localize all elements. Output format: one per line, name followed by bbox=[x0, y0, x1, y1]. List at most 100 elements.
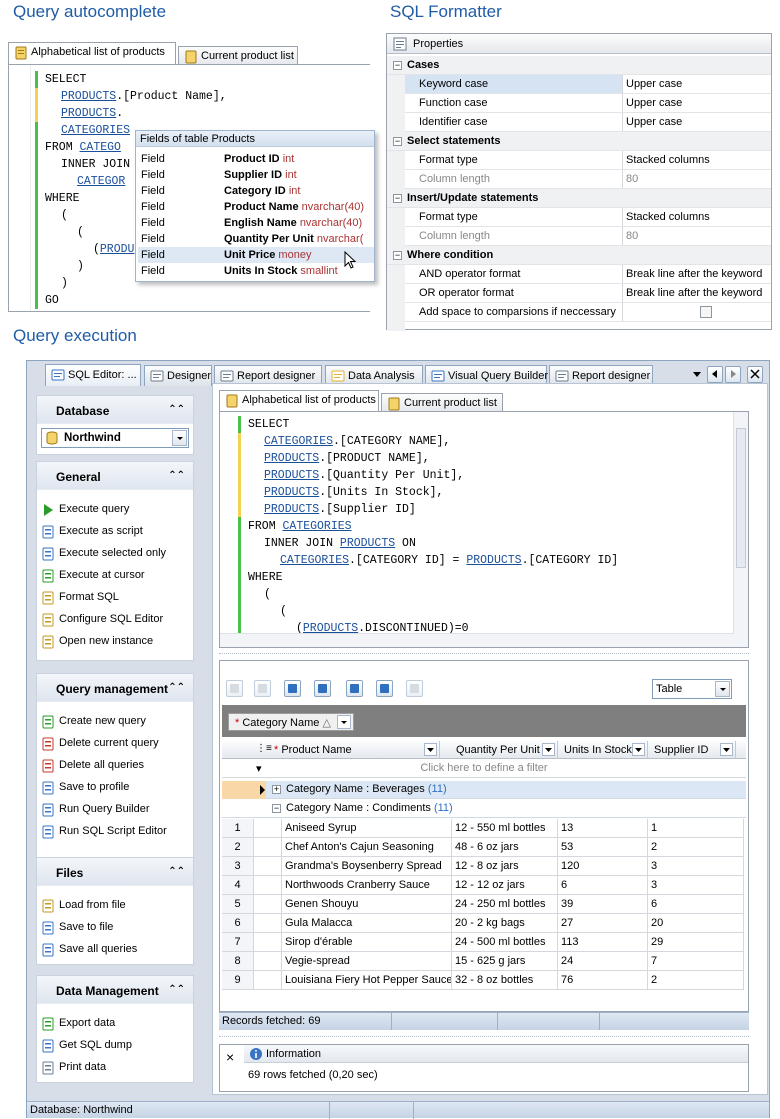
view-select[interactable]: Table bbox=[652, 679, 732, 699]
property-row[interactable]: Format type Stacked columns bbox=[405, 151, 771, 170]
popup-field-row[interactable]: Field Units In Stock smallint bbox=[138, 263, 374, 279]
sidebar-item-delete-current-query[interactable]: Delete current query bbox=[41, 734, 159, 754]
scroll-left-icon[interactable] bbox=[707, 366, 723, 383]
property-row[interactable]: AND operator format Break line after the … bbox=[405, 265, 771, 284]
refresh-icon[interactable] bbox=[346, 680, 363, 697]
chevron-down-icon[interactable] bbox=[172, 430, 187, 446]
collapse-icon[interactable]: ⌃⌃ bbox=[168, 682, 185, 693]
table-cell[interactable]: 1 bbox=[648, 819, 744, 838]
close-icon[interactable] bbox=[747, 366, 763, 383]
table-row[interactable]: 9 Louisiana Fiery Hot Pepper Sauce 32 - 8 … bbox=[220, 971, 746, 990]
sidebar-item-get-sql-dump[interactable]: Get SQL dump bbox=[41, 1036, 132, 1056]
property-value[interactable]: 80 bbox=[624, 227, 771, 245]
sidebar-item-configure-sql-editor[interactable]: Configure SQL Editor bbox=[41, 610, 163, 630]
editor-hscrollbar[interactable] bbox=[220, 633, 734, 647]
sidebar-item-export-data[interactable]: Export data bbox=[41, 1014, 115, 1034]
table-cell[interactable]: 12 - 12 oz jars bbox=[452, 876, 558, 895]
table-cell[interactable]: 29 bbox=[648, 933, 744, 952]
popup-field-row[interactable]: Field Quantity Per Unit nvarchar( bbox=[138, 231, 374, 247]
sidebar-item-save-all-queries[interactable]: Save all queries bbox=[41, 940, 137, 960]
table-row[interactable]: 5 Genen Shouyu 24 - 250 ml bottles 39 6 bbox=[220, 895, 746, 914]
table-row[interactable]: 6 Gula Malacca 20 - 2 kg bags 27 20 bbox=[220, 914, 746, 933]
tab-sql-editor[interactable]: SQL Editor: ... bbox=[45, 364, 141, 386]
editor-vscrollbar[interactable] bbox=[733, 412, 748, 647]
expand-icon[interactable]: + bbox=[272, 785, 281, 794]
table-cell[interactable]: 20 - 2 kg bags bbox=[452, 914, 558, 933]
chevron-down-icon[interactable] bbox=[632, 743, 645, 756]
table-row[interactable]: 8 Vegie-spread 15 - 625 g jars 24 7 bbox=[220, 952, 746, 971]
table-cell[interactable]: 7 bbox=[648, 952, 744, 971]
collapse-icon[interactable]: − bbox=[393, 61, 402, 70]
table-row[interactable]: 3 Grandma's Boysenberry Spread 12 - 8 oz j… bbox=[220, 857, 746, 876]
sidebar-item-execute-as-script[interactable]: Execute as script bbox=[41, 522, 143, 542]
chevron-down-icon[interactable] bbox=[424, 743, 437, 756]
property-row[interactable]: Format type Stacked columns bbox=[405, 208, 771, 227]
formatter-section-header[interactable]: − Cases bbox=[387, 56, 771, 75]
sidebar-item-execute-query[interactable]: Execute query bbox=[41, 500, 129, 520]
property-row[interactable]: Identifier case Upper case bbox=[405, 113, 771, 132]
table-cell[interactable]: 6 bbox=[648, 895, 744, 914]
table-cell[interactable]: 120 bbox=[558, 857, 648, 876]
prev-record-icon[interactable] bbox=[254, 680, 271, 697]
collapse-icon[interactable]: − bbox=[393, 194, 402, 203]
collapse-icon[interactable]: ⌃⌃ bbox=[168, 404, 185, 415]
close-icon[interactable]: × bbox=[226, 1049, 234, 1065]
table-row[interactable]: 4 Northwoods Cranberry Sauce 12 - 12 oz ja… bbox=[220, 876, 746, 895]
table-cell[interactable]: 24 - 250 ml bottles bbox=[452, 895, 558, 914]
popup-field-row[interactable]: Field Supplier ID int bbox=[138, 167, 374, 183]
tab-alphabetical-list[interactable]: Alphabetical list of products bbox=[8, 42, 176, 64]
popup-field-row[interactable]: Field Product Name nvarchar(40) bbox=[138, 199, 374, 215]
property-value[interactable]: Upper case bbox=[624, 94, 771, 112]
group-row[interactable]: − Category Name : Condiments (11) bbox=[222, 800, 746, 818]
property-row[interactable]: Function case Upper case bbox=[405, 94, 771, 113]
table-cell[interactable]: Aniseed Syrup bbox=[282, 819, 452, 838]
group-row[interactable]: + Category Name : Beverages (11) bbox=[222, 781, 746, 799]
table-cell[interactable]: 53 bbox=[558, 838, 648, 857]
table-cell[interactable]: 3 bbox=[648, 876, 744, 895]
table-cell[interactable]: 2 bbox=[648, 838, 744, 857]
property-value[interactable]: Stacked columns bbox=[624, 151, 771, 169]
checkbox[interactable] bbox=[700, 306, 712, 318]
property-row[interactable]: Add space to comparsions if neccessary bbox=[405, 303, 771, 322]
formatter-section-header[interactable]: − Insert/Update statements bbox=[387, 189, 771, 208]
dropdown-icon[interactable] bbox=[689, 366, 705, 383]
column-header[interactable]: Supplier ID bbox=[650, 741, 736, 759]
fields-popup[interactable]: Fields of table Products Field Product ID… bbox=[135, 130, 375, 282]
table-cell[interactable]: 3 bbox=[648, 857, 744, 876]
tab-current-product-list[interactable]: Current product list bbox=[381, 393, 503, 411]
property-value[interactable]: Stacked columns bbox=[624, 208, 771, 226]
popup-field-row[interactable]: Field Product ID int bbox=[138, 151, 374, 167]
sidebar-general-header[interactable]: General ⌃⌃ bbox=[37, 462, 193, 490]
sidebar-files-header[interactable]: Files ⌃⌃ bbox=[37, 858, 193, 886]
table-row[interactable]: 7 Sirop d'érable 24 - 500 ml bottles 113 29 bbox=[220, 933, 746, 952]
table-cell[interactable]: 24 - 500 ml bottles bbox=[452, 933, 558, 952]
table-cell[interactable]: 32 - 8 oz bottles bbox=[452, 971, 558, 990]
column-header[interactable]: * Product Name bbox=[270, 741, 440, 759]
table-cell[interactable]: 20 bbox=[648, 914, 744, 933]
table-cell[interactable]: Grandma's Boysenberry Spread bbox=[282, 857, 452, 876]
sidebar-item-save-to-file[interactable]: Save to file bbox=[41, 918, 113, 938]
database-header[interactable]: Database ⌃⌃ bbox=[37, 396, 193, 424]
sidebar-item-run-query-builder[interactable]: Run Query Builder bbox=[41, 800, 150, 820]
tab-designer[interactable]: Designer bbox=[144, 365, 212, 386]
property-value[interactable]: Break line after the keyword bbox=[624, 265, 771, 283]
formatter-section-header[interactable]: − Where condition bbox=[387, 246, 771, 265]
chevron-down-icon[interactable] bbox=[337, 715, 351, 729]
sql-editor[interactable]: SELECT CATEGORIES.[CATEGORY NAME], PRODUCT… bbox=[219, 411, 749, 648]
table-cell[interactable]: 76 bbox=[558, 971, 648, 990]
database-select[interactable]: Northwind bbox=[41, 428, 189, 448]
table-cell[interactable]: 27 bbox=[558, 914, 648, 933]
property-value[interactable]: Upper case bbox=[624, 75, 771, 93]
popup-field-row[interactable]: Field Unit Price money bbox=[138, 247, 374, 263]
popup-field-row[interactable]: Field Category ID int bbox=[138, 183, 374, 199]
next-record-icon[interactable] bbox=[284, 680, 301, 697]
collapse-icon[interactable]: ⌃⌃ bbox=[168, 470, 185, 481]
scroll-thumb[interactable] bbox=[736, 428, 746, 568]
splitter[interactable] bbox=[219, 653, 749, 657]
table-cell[interactable]: Northwoods Cranberry Sauce bbox=[282, 876, 452, 895]
collapse-icon[interactable]: ⌃⌃ bbox=[168, 866, 185, 877]
last-record-icon[interactable] bbox=[314, 680, 331, 697]
formatter-section-header[interactable]: − Select statements bbox=[387, 132, 771, 151]
chevron-down-icon[interactable] bbox=[542, 743, 555, 756]
scroll-right-icon[interactable] bbox=[725, 366, 741, 383]
